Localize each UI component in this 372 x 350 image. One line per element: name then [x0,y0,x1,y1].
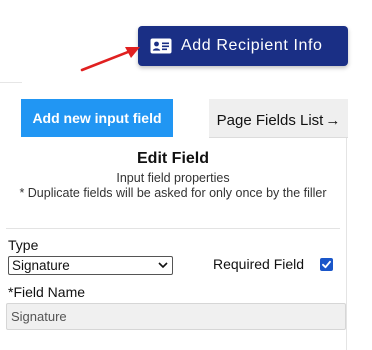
add-recipient-info-button[interactable]: Add Recipient Info [138,26,348,66]
required-field-checkbox[interactable] [320,258,333,271]
add-new-input-field-label: Add new input field [32,110,162,126]
edit-field-title: Edit Field [137,150,209,167]
chevron-down-icon [158,262,168,269]
field-name-input[interactable]: Signature [6,303,346,330]
page-fields-list-label: Page Fields List [216,112,324,129]
arrow-right-icon: → [325,112,341,129]
type-select[interactable]: Signature [8,256,173,275]
top-divider [0,82,22,83]
field-name-label: *Field Name [8,284,86,300]
edit-field-subtitle: Input field properties [116,171,230,185]
checkmark-icon [322,260,331,269]
add-recipient-info-label: Add Recipient Info [181,37,323,54]
type-label: Type [8,237,39,253]
add-new-input-field-button[interactable]: Add new input field [21,99,173,137]
panel-border [346,138,347,350]
duplicate-fields-note: * Duplicate fields will be asked for onl… [19,186,327,200]
tab-page-fields-list[interactable]: Page Fields List → [209,99,348,138]
annotation-arrow [80,47,140,72]
section-divider [6,228,340,229]
field-name-value: Signature [11,309,67,324]
contact-card-icon [150,38,172,54]
type-select-value: Signature [12,258,70,273]
required-field-label: Required Field [213,256,305,272]
